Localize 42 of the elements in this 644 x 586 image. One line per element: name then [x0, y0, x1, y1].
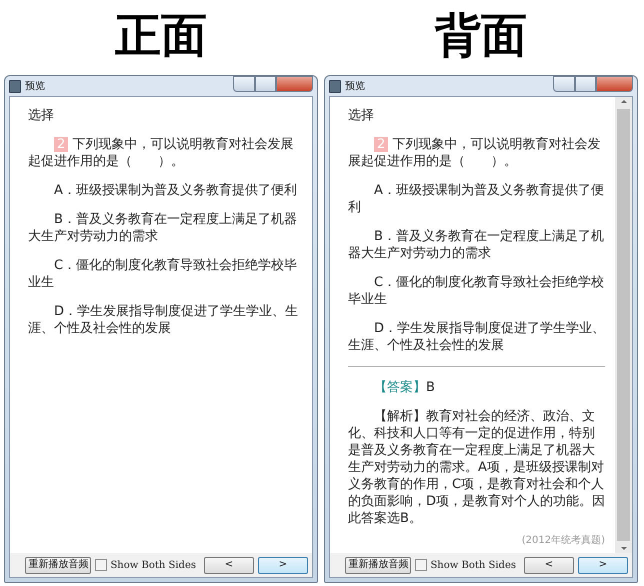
checkbox[interactable]	[415, 559, 428, 571]
app-icon	[329, 80, 341, 92]
section-title: 选择	[28, 107, 55, 124]
checkbox-label: Show Both Sides	[110, 560, 196, 570]
answer-label: 【答案】	[374, 380, 426, 395]
question-text: 2 下列现象中，可以说明教育对社会发展起促进作用的是（ ）。	[28, 136, 294, 170]
question-text: 2 下列现象中，可以说明教育对社会发展起促进作用的是（ ）。	[348, 136, 602, 170]
previous-button[interactable]: <	[524, 556, 574, 574]
maximize-button[interactable]	[255, 76, 276, 92]
minimize-button[interactable]	[233, 76, 255, 92]
answer-option: D．学生发展指导制度促进了学生学业、生涯、个性及社会性的发展	[348, 320, 605, 354]
scroll-down-icon[interactable]	[620, 547, 626, 550]
replay-audio-button[interactable]: 重新播放音频	[345, 556, 412, 574]
replay-audio-button[interactable]: 重新播放音频	[25, 556, 92, 574]
scroll-thumb[interactable]	[617, 109, 630, 541]
answer-option: A．班级授课制为普及义务教育提供了便利	[28, 182, 302, 199]
analysis-text: 【解析】教育对社会的经济、政治、文化、科技和人口等有一定的促进作用，特别是普及义务教育在一定程度上满足了机器大生产对劳动力的需求。A项，是班级授课制对义务教育的作用，C项，是教育对社会和个人的负面影响，D项，是教育对个人的功能。因此答案选B。	[348, 408, 605, 527]
heading: 背面	[435, 7, 527, 64]
section-title: 选择	[348, 107, 375, 124]
answer-option: B．普及义务教育在一定程度上满足了机器大生产对劳动力的需求	[348, 228, 605, 262]
minimize-button[interactable]	[553, 76, 575, 92]
checkbox-label: Show Both Sides	[430, 560, 516, 570]
app-icon	[9, 80, 21, 92]
scrollbar[interactable]	[615, 97, 632, 553]
answer-value: B	[426, 380, 435, 395]
scroll-up-icon[interactable]	[620, 100, 626, 103]
close-button[interactable]	[276, 76, 313, 92]
maximize-button[interactable]	[575, 76, 596, 92]
checkbox[interactable]	[95, 559, 108, 571]
heading: 正面	[115, 7, 207, 64]
next-button[interactable]: >	[258, 556, 308, 574]
answer-option: C．僵化的制度化教育导致社会拒绝学校毕业生	[28, 257, 302, 291]
answer-option: A．班级授课制为普及义务教育提供了便利	[348, 182, 605, 216]
window-title: 预览	[25, 80, 46, 93]
close-button[interactable]	[596, 76, 633, 92]
answer-option: D．学生发展指导制度促进了学生学业、生涯、个性及社会性的发展	[28, 303, 302, 337]
answer-option: B．普及义务教育在一定程度上满足了机器大生产对劳动力的需求	[28, 211, 302, 245]
previous-button[interactable]: <	[204, 556, 254, 574]
window-title: 预览	[345, 80, 366, 93]
next-button[interactable]: >	[578, 556, 628, 574]
answer-option: C．僵化的制度化教育导致社会拒绝学校毕业生	[348, 274, 605, 308]
source-note: (2012年统考真题)	[520, 535, 605, 547]
